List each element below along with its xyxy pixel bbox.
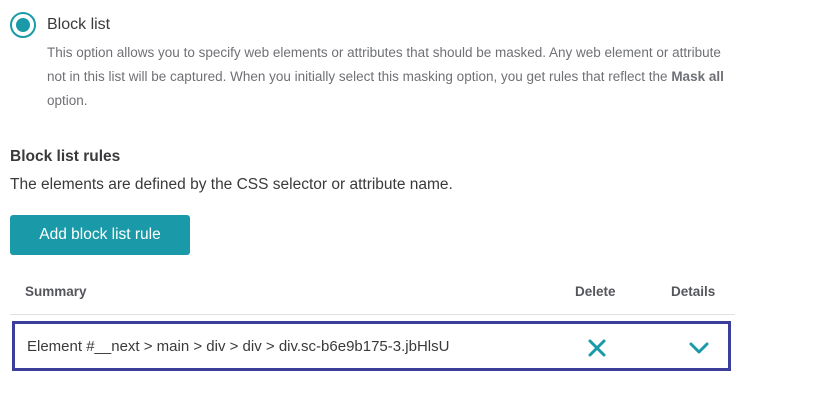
table-header: Summary Delete Details <box>10 270 735 315</box>
column-header-details: Details <box>671 284 716 299</box>
description-bold-text: Mask all <box>671 69 724 84</box>
block-list-radio[interactable] <box>10 12 36 38</box>
rules-subtitle: The elements are defined by the CSS sele… <box>10 176 453 193</box>
expand-details-button[interactable] <box>687 336 711 360</box>
chevron-down-icon <box>689 342 709 354</box>
radio-selected-dot <box>16 18 30 32</box>
table-row[interactable]: Element #__next > main > div > div > div… <box>12 321 731 371</box>
close-icon <box>588 339 606 357</box>
description-text: This option allows you to specify web el… <box>47 45 721 84</box>
block-list-label[interactable]: Block list <box>47 16 110 34</box>
block-list-rules-table: Summary Delete Details Element #__next >… <box>10 270 735 371</box>
column-header-delete: Delete <box>575 284 616 299</box>
rule-summary: Element #__next > main > div > div > div… <box>27 338 450 355</box>
add-block-list-rule-button[interactable]: Add block list rule <box>10 215 190 255</box>
block-list-option[interactable]: Block list <box>10 12 110 38</box>
rules-title: Block list rules <box>10 148 121 165</box>
block-list-description: This option allows you to specify web el… <box>47 41 727 113</box>
delete-rule-button[interactable] <box>585 336 609 360</box>
column-header-summary: Summary <box>25 284 87 299</box>
description-text-end: option. <box>47 93 88 108</box>
